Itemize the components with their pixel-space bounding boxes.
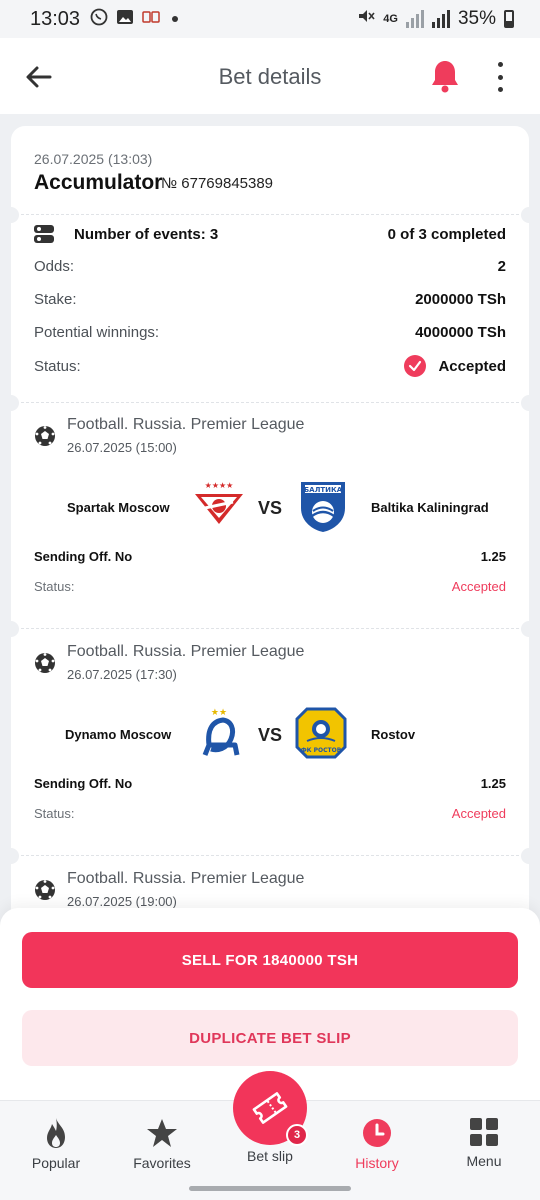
- events-count: Number of events: 3: [74, 225, 219, 243]
- grid-icon: [470, 1118, 498, 1146]
- market-label: Sending Off. No: [34, 776, 133, 791]
- event-date: 26.07.2025 (19:00): [67, 894, 177, 909]
- home-indicator[interactable]: [189, 1186, 351, 1191]
- odds-label: Odds:: [34, 258, 75, 275]
- dynamo-logo: ★★: [191, 705, 247, 761]
- gallery-icon: [116, 9, 134, 30]
- completed-count: 0 of 3 completed: [387, 225, 506, 243]
- status-row: Status: Accepted: [34, 355, 506, 377]
- event-status-badge: Accepted: [451, 806, 506, 821]
- divider: [11, 621, 529, 637]
- away-team: Rostov: [371, 727, 416, 742]
- football-icon: [34, 879, 56, 901]
- ticket-icon: [252, 1092, 288, 1124]
- divider: [11, 207, 529, 223]
- event-status-label: Status:: [34, 806, 75, 821]
- betslip-count-badge: 3: [286, 1124, 308, 1146]
- event-status-label: Status:: [34, 579, 75, 594]
- clock-icon: [363, 1119, 391, 1147]
- event-date: 26.07.2025 (15:00): [67, 440, 177, 455]
- battery-percent: 35%: [457, 8, 496, 29]
- status-label: Status:: [34, 357, 81, 375]
- app-bar: Bet details: [0, 38, 540, 114]
- divider: [11, 848, 529, 864]
- more-menu-icon[interactable]: [490, 62, 510, 92]
- bell-icon[interactable]: [428, 58, 462, 94]
- bet-number: № 67769845389: [161, 175, 274, 192]
- event-league: Football. Russia. Premier League: [67, 643, 305, 660]
- odd-value: 1.25: [480, 549, 506, 564]
- home-team: Spartak Moscow: [67, 500, 170, 515]
- sell-button[interactable]: SELL FOR 1840000 TSH: [22, 932, 518, 988]
- whatsapp-icon: [90, 8, 108, 31]
- odd-value: 1.25: [480, 776, 506, 791]
- events-list-icon: [34, 225, 54, 243]
- svg-text:БАЛТИКА: БАЛТИКА: [304, 486, 343, 494]
- away-team: Baltika Kaliningrad: [371, 500, 489, 515]
- rostov-logo: ФК РОСТОВ: [293, 705, 349, 761]
- divider: [11, 395, 529, 411]
- nav-history-label: History: [355, 1155, 399, 1171]
- market-label: Sending Off. No: [34, 549, 133, 564]
- versus-label: VS: [258, 498, 283, 518]
- battery-icon: [504, 10, 514, 28]
- events-row: Number of events: 3 0 of 3 completed: [34, 225, 506, 243]
- bet-type: Accumulator: [34, 171, 163, 194]
- nav-favorites[interactable]: Favorites: [112, 1117, 212, 1171]
- stake-value: 2000000 TSh: [415, 291, 506, 308]
- star-icon: [147, 1119, 177, 1147]
- signal-icon: [405, 10, 424, 28]
- notification-dot: [172, 16, 179, 22]
- nav-favorites-label: Favorites: [133, 1155, 191, 1171]
- baltika-logo: БАЛТИКА: [295, 478, 351, 534]
- spartak-logo: ★★★★: [191, 478, 247, 534]
- nav-menu[interactable]: Menu: [434, 1117, 534, 1169]
- nav-history[interactable]: History: [327, 1117, 427, 1171]
- home-team: Dynamo Moscow: [65, 727, 172, 742]
- bet-card: 26.07.2025 (13:03) Accumulator № 6776984…: [11, 126, 529, 926]
- football-icon: [34, 425, 56, 447]
- football-icon: [34, 652, 56, 674]
- check-circle-icon: [404, 355, 427, 377]
- svg-text:★★★★: ★★★★: [205, 481, 234, 490]
- stake-label: Stake:: [34, 291, 77, 308]
- winnings-row: Potential winnings: 4000000 TSh: [34, 324, 506, 341]
- network-type: 4G: [383, 13, 398, 25]
- nav-betslip-label: Bet slip: [247, 1148, 293, 1164]
- clock: 13:03: [30, 7, 81, 30]
- bet-date: 26.07.2025 (13:03): [34, 151, 153, 167]
- winnings-value: 4000000 TSh: [415, 324, 506, 341]
- signal-icon-2: [431, 10, 450, 28]
- versus-label: VS: [258, 725, 283, 745]
- event-status-badge: Accepted: [451, 579, 506, 594]
- svg-text:★★: ★★: [211, 708, 227, 718]
- event-league: Football. Russia. Premier League: [67, 870, 305, 887]
- status-bar: 13:03 4G 35%: [0, 0, 540, 38]
- winnings-label: Potential winnings:: [34, 324, 160, 341]
- flame-icon: [47, 1118, 65, 1148]
- stake-row: Stake: 2000000 TSh: [34, 291, 506, 308]
- status-badge: Accepted: [438, 357, 506, 375]
- nav-betslip[interactable]: Bet slip: [220, 1148, 320, 1164]
- nav-popular[interactable]: Popular: [6, 1117, 106, 1171]
- app-notification-icon: [142, 10, 160, 29]
- mute-icon: [357, 7, 375, 31]
- event-date: 26.07.2025 (17:30): [67, 667, 177, 682]
- svg-text:ФК РОСТОВ: ФК РОСТОВ: [301, 747, 342, 754]
- odds-row: Odds: 2: [34, 258, 506, 275]
- duplicate-bet-slip-button[interactable]: DUPLICATE BET SLIP: [22, 1010, 518, 1066]
- event-league: Football. Russia. Premier League: [67, 416, 305, 433]
- nav-menu-label: Menu: [466, 1153, 502, 1169]
- nav-popular-label: Popular: [31, 1155, 81, 1171]
- odds-value: 2: [497, 258, 506, 275]
